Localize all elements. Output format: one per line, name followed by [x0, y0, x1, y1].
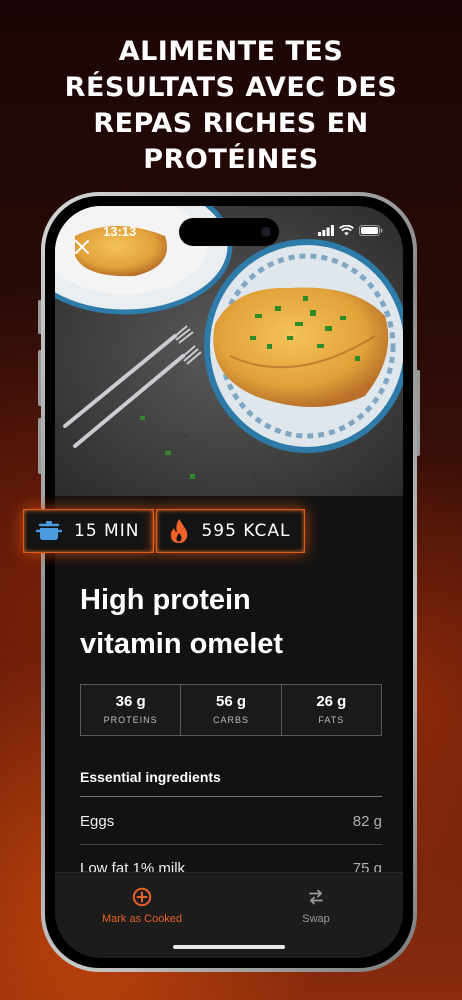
prep-time-label: 15 MIN [74, 521, 140, 541]
headline-line-4: PROTÉINES [143, 144, 319, 175]
swap-label: Swap [302, 913, 330, 925]
macro-label: CARBS [212, 715, 249, 725]
app-screen: 13:13 High protein vitamin omelet 36 g P… [55, 206, 403, 958]
signal-icon [318, 225, 334, 236]
headline-line-3: REPAS RICHES EN [93, 108, 369, 139]
recipe-title-line-1: High protein [80, 584, 251, 616]
omelet-photo [55, 206, 403, 496]
ingredient-name: Eggs [80, 812, 115, 830]
recipe-title: High protein vitamin omelet [80, 578, 380, 666]
ingredients-heading: Essential ingredients [80, 769, 221, 785]
macros-table: 36 g PROTEINS 56 g CARBS 26 g FATS [80, 684, 382, 736]
flame-icon [171, 519, 188, 543]
ingredient-row[interactable]: Eggs 82 g [80, 798, 382, 844]
camera-dot [261, 227, 271, 237]
battery-icon [359, 225, 383, 236]
calories-badge: 595 KCAL [156, 509, 306, 553]
phone-bezel: 13:13 High protein vitamin omelet 36 g P… [45, 196, 413, 968]
macro-fats: 26 g FATS [282, 685, 381, 735]
dynamic-island [179, 218, 279, 246]
calories-label: 595 KCAL [201, 521, 291, 541]
status-icons [318, 225, 383, 236]
macro-carbs: 56 g CARBS [181, 685, 282, 735]
macro-proteins: 36 g PROTEINS [81, 685, 182, 735]
headline-line-2: RÉSULTATS AVEC DES [64, 72, 398, 103]
mark-as-cooked-label: Mark as Cooked [101, 913, 183, 925]
macro-label: FATS [318, 715, 345, 725]
swap-button[interactable]: Swap [229, 887, 403, 925]
plus-circle-icon [132, 887, 152, 907]
macro-label: PROTEINS [103, 715, 158, 725]
macro-value: 36 g [115, 693, 146, 710]
wifi-icon [339, 225, 354, 236]
phone-frame: 13:13 High protein vitamin omelet 36 g P… [41, 192, 417, 972]
home-indicator[interactable] [173, 945, 285, 949]
status-time: 13:13 [103, 224, 137, 239]
prep-time-badge: 15 MIN [23, 509, 155, 553]
mark-as-cooked-button[interactable]: Mark as Cooked [55, 887, 229, 925]
promo-headline: ALIMENTE TES RÉSULTATS AVEC DES REPAS RI… [0, 34, 462, 178]
divider [80, 796, 382, 797]
ingredient-quantity: 82 g [352, 812, 382, 830]
headline-line-1: ALIMENTE TES [118, 36, 344, 67]
macro-value: 26 g [316, 693, 347, 710]
recipe-title-line-2: vitamin omelet [80, 628, 284, 660]
macro-value: 56 g [215, 693, 246, 710]
status-bar: 13:13 [55, 206, 403, 246]
bottom-action-bar: Mark as Cooked Swap [55, 872, 403, 958]
close-icon[interactable] [71, 236, 93, 258]
info-badges: 15 MIN 595 KCAL [23, 509, 306, 553]
pot-icon [36, 521, 62, 540]
swap-arrows-icon [309, 889, 323, 905]
